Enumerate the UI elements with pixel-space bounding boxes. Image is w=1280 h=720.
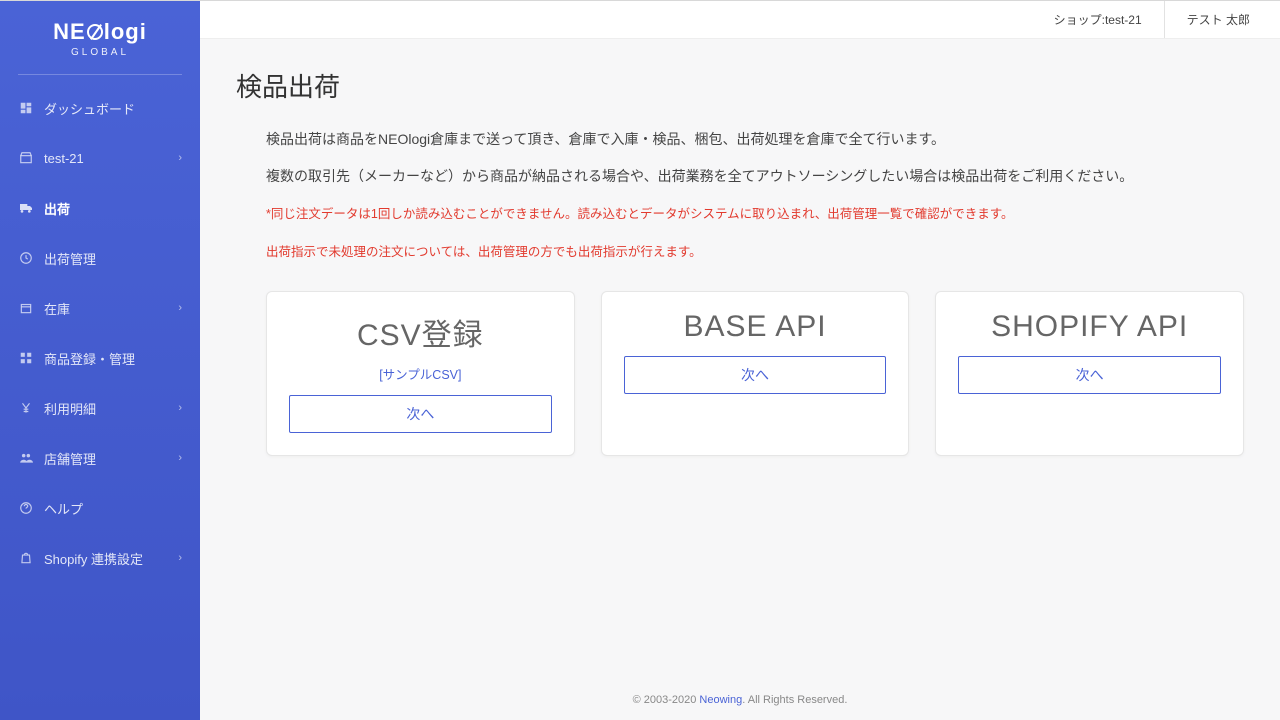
sidebar-item-label: Shopify 連携設定 [44, 549, 143, 568]
desc-2: 複数の取引先（メーカーなど）から商品が納品される場合や、出荷業務を全てアウトソー… [236, 163, 1244, 190]
chevron-right-icon: › [178, 402, 182, 414]
card-title: SHOPIFY API [958, 310, 1221, 344]
next-button[interactable]: 次へ [958, 356, 1221, 394]
store-icon [18, 150, 34, 166]
sidebar-item-8[interactable]: ヘルプ [0, 483, 200, 533]
next-button[interactable]: 次へ [624, 356, 887, 394]
sidebar-item-0[interactable]: ダッシュボード [0, 83, 200, 133]
chevron-right-icon: › [178, 152, 182, 164]
sidebar-item-label: test-21 [44, 151, 84, 166]
sidebar-item-5[interactable]: 商品登録・管理 [0, 333, 200, 383]
sidebar-item-3[interactable]: 出荷管理 [0, 233, 200, 283]
sidebar-item-label: 在庫 [44, 299, 70, 318]
card-title: CSV登録 [289, 310, 552, 354]
sidebar-item-2[interactable]: 出荷 [0, 183, 200, 233]
sidebar: NE logi GLOBAL ダッシュボード test-21 › 出荷出荷管理在庫 › 商品… [0, 1, 200, 720]
box-icon [18, 300, 34, 316]
bag-icon [18, 550, 34, 566]
truck-icon [18, 200, 34, 216]
card-1: BASE API 次へ [601, 291, 910, 456]
grid-icon [18, 350, 34, 366]
help-icon [18, 500, 34, 516]
nav-list: ダッシュボードtest-21›出荷出荷管理在庫›商品登録・管理利用明細›店舗管理… [0, 83, 200, 583]
sidebar-item-label: 商品登録・管理 [44, 349, 135, 368]
sidebar-item-6[interactable]: 利用明細 › [0, 383, 200, 433]
slash-icon [87, 24, 103, 40]
chevron-right-icon: › [178, 302, 182, 314]
page-title: 検品出荷 [236, 67, 1244, 104]
sidebar-item-9[interactable]: Shopify 連携設定 › [0, 533, 200, 583]
sidebar-item-4[interactable]: 在庫 › [0, 283, 200, 333]
logo-pre: NE [53, 19, 86, 44]
logo-post: logi [104, 19, 147, 44]
history-icon [18, 250, 34, 266]
yen-icon [18, 400, 34, 416]
dashboard-icon [18, 100, 34, 116]
card-0: CSV登録 [サンプルCSV] 次へ [266, 291, 575, 456]
desc-1: 検品出荷は商品をNEOlogi倉庫まで送って頂き、倉庫で入庫・検品、梱包、出荷処… [236, 126, 1244, 153]
chevron-right-icon: › [178, 452, 182, 464]
topbar-user[interactable]: テスト 太郎 [1165, 11, 1250, 28]
sidebar-item-label: ヘルプ [44, 499, 83, 518]
next-button[interactable]: 次へ [289, 395, 552, 433]
sidebar-item-label: ダッシュボード [44, 99, 135, 118]
sidebar-item-7[interactable]: 店舗管理 › [0, 433, 200, 483]
logo-sub: GLOBAL [0, 47, 200, 58]
chevron-right-icon: › [178, 552, 182, 564]
divider [18, 74, 182, 75]
footer-link[interactable]: Neowing [699, 694, 742, 706]
content: 検品出荷 検品出荷は商品をNEOlogi倉庫まで送って頂き、倉庫で入庫・検品、梱… [200, 39, 1280, 680]
sidebar-item-label: 店舗管理 [44, 449, 96, 468]
footer: © 2003-2020 Neowing. All Rights Reserved… [200, 680, 1280, 720]
card-title: BASE API [624, 310, 887, 344]
sidebar-item-label: 出荷管理 [44, 249, 96, 268]
sidebar-item-label: 出荷 [44, 199, 70, 218]
topbar-shop[interactable]: ショップ: test-21 [1032, 1, 1165, 38]
topbar: ショップ: test-21 テスト 太郎 [200, 1, 1280, 39]
sample-csv-link[interactable]: [サンプルCSV] [289, 364, 552, 383]
cards-row: CSV登録 [サンプルCSV] 次へ BASE API 次へ SHOPIFY API 次へ [236, 291, 1244, 456]
warning-1: *同じ注文データは1回しか読み込むことができません。読み込むとデータがシステムに… [236, 203, 1244, 227]
main: ショップ: test-21 テスト 太郎 検品出荷 検品出荷は商品をNEOlog… [200, 1, 1280, 720]
sidebar-item-label: 利用明細 [44, 399, 96, 418]
people-icon [18, 450, 34, 466]
card-2: SHOPIFY API 次へ [935, 291, 1244, 456]
logo: NE logi GLOBAL [0, 11, 200, 68]
warning-2: 出荷指示で未処理の注文については、出荷管理の方でも出荷指示が行えます。 [236, 241, 1244, 265]
sidebar-item-1[interactable]: test-21 › [0, 133, 200, 183]
